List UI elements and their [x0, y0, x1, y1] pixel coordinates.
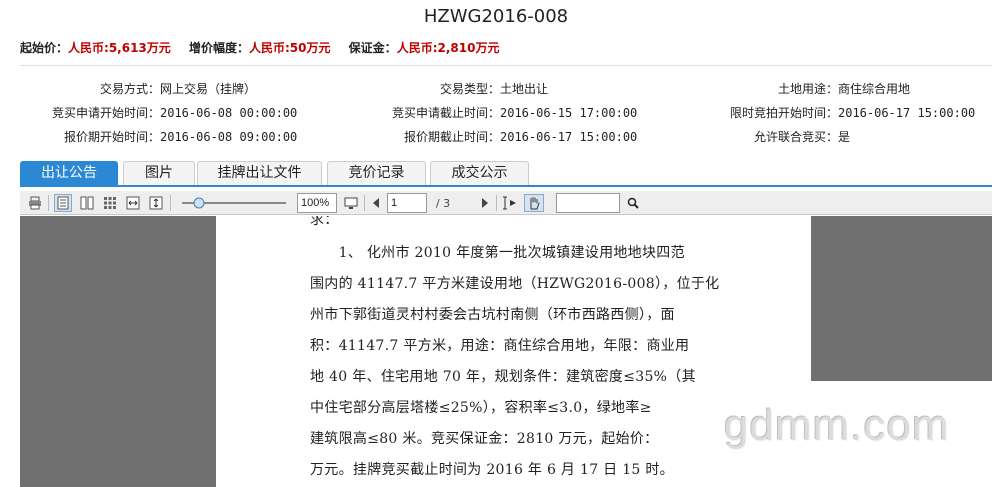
prev-page-icon[interactable] — [369, 194, 383, 212]
apply-start: 竞买申请开始时间：2016-06-08 00:00:00 — [51, 106, 298, 120]
thumbnails-icon[interactable] — [101, 194, 119, 212]
quote-start: 报价期开始时间：2016-06-08 09:00:00 — [63, 130, 298, 144]
doc-line: 求： — [310, 216, 339, 228]
single-page-icon[interactable] — [54, 194, 72, 212]
tab-bid-records[interactable]: 竞价记录 — [327, 161, 426, 185]
search-input[interactable] — [556, 193, 620, 213]
doc-line: 建筑限高≤80 米。竞买保证金：2810 万元，起始价： — [310, 431, 659, 447]
next-page-icon[interactable] — [478, 194, 492, 212]
page-total: / 3 — [435, 196, 451, 210]
tab-announcement[interactable]: 出让公告 — [20, 161, 118, 185]
text-select-icon[interactable] — [501, 194, 521, 212]
tab-listing-documents[interactable]: 挂牌出让文件 — [197, 161, 322, 185]
doc-line: 1、 化州市 2010 年度第一批次城镇建设用地地块四范 — [310, 245, 685, 261]
doc-line: 围内的 41147.7 平方米建设用地（HZWG2016-008），位于化 — [310, 276, 720, 292]
deposit-label: 保证金： — [348, 41, 397, 55]
bid-start: 限时竞拍开始时间：2016-06-17 15:00:00 — [729, 106, 976, 120]
trade-method: 交易方式：网上交易（挂牌） — [99, 82, 257, 96]
fit-width-icon[interactable] — [124, 194, 142, 212]
deposit-value: 人民币:2,810万元 — [396, 41, 500, 55]
tab-deal-publicity[interactable]: 成交公示 — [430, 161, 529, 185]
trade-type: 交易类型：土地出让 — [439, 82, 549, 96]
toolbar-separator — [364, 195, 365, 211]
page-title: HZWG2016-008 — [423, 6, 569, 27]
divider — [20, 65, 992, 66]
fullscreen-icon[interactable] — [342, 194, 360, 212]
info-row: 报价期开始时间：2016-06-08 09:00:00 报价期截止时间：2016… — [0, 128, 992, 152]
watermark-logo: gdmm.com — [724, 401, 950, 450]
apply-end: 竞买申请截止时间：2016-06-15 17:00:00 — [391, 106, 638, 120]
land-use: 土地用途：商住综合用地 — [777, 82, 911, 96]
doc-line: 积：41147.7 平方米，用途：商住综合用地，年限：商业用 — [310, 338, 690, 354]
two-page-icon[interactable] — [78, 194, 96, 212]
doc-line: 万元。挂牌竞买截止时间为 2016 年 6 月 17 日 15 时。 — [310, 462, 674, 478]
print-icon[interactable] — [26, 194, 44, 212]
info-row: 竞买申请开始时间：2016-06-08 00:00:00 竞买申请截止时间：20… — [0, 104, 992, 128]
start-price-value: 人民币:5,613万元 — [68, 41, 171, 55]
tab-images[interactable]: 图片 — [123, 161, 195, 185]
hand-tool-icon[interactable] — [524, 194, 544, 212]
quote-end: 报价期截止时间：2016-06-17 15:00:00 — [403, 130, 638, 144]
zoom-slider[interactable] — [178, 194, 290, 212]
toolbar-separator — [496, 195, 497, 211]
fit-height-icon[interactable] — [147, 194, 165, 212]
start-price-label: 起始价： — [20, 41, 69, 55]
pdf-toolbar: 100% 1 / 3 — [20, 191, 992, 215]
tab-underline — [20, 185, 992, 187]
doc-line: 地 40 年、住宅用地 70 年，规划条件：建筑密度≤35%（其 — [310, 369, 696, 385]
page-number-input[interactable]: 1 — [387, 193, 427, 213]
info-table: 交易方式：网上交易（挂牌） 交易类型：土地出让 土地用途：商住综合用地 竞买申请… — [0, 80, 992, 152]
zoom-input[interactable]: 100% — [297, 193, 337, 213]
toolbar-separator — [170, 195, 171, 211]
increment-value: 人民币:50万元 — [248, 41, 331, 55]
search-icon[interactable] — [624, 194, 642, 212]
doc-line: 州市下郭街道灵村村委会古坑村南侧（环市西路西侧），面 — [310, 307, 675, 323]
increment-label: 增价幅度： — [188, 41, 249, 55]
info-row: 交易方式：网上交易（挂牌） 交易类型：土地出让 土地用途：商住综合用地 — [0, 80, 992, 104]
joint-bid: 允许联合竞买：是 — [753, 130, 851, 144]
watermark: gdmm.com — [718, 381, 992, 487]
price-summary: 起始价：人民币:5,613万元 增价幅度：人民币:50万元 保证金：人民币:2,… — [20, 39, 513, 56]
toolbar-separator — [48, 195, 49, 211]
doc-line: 中住宅部分高层塔楼≤25%），容积率≤3.0，绿地率≥ — [310, 400, 652, 416]
document-text: 求： 1、 化州市 2010 年度第一批次城镇建设用地地块四范 围内的 4114… — [310, 216, 730, 486]
